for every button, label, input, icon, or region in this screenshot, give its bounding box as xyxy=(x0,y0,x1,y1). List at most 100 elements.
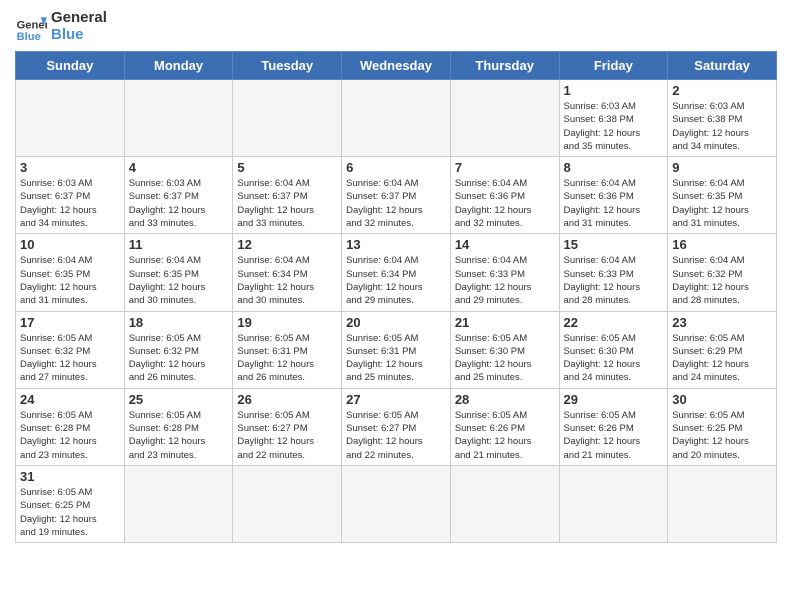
week-row-0: 1Sunrise: 6:03 AM Sunset: 6:38 PM Daylig… xyxy=(16,80,777,157)
day-detail: Sunrise: 6:05 AM Sunset: 6:32 PM Dayligh… xyxy=(20,332,120,385)
day-number: 26 xyxy=(237,392,337,407)
day-detail: Sunrise: 6:05 AM Sunset: 6:29 PM Dayligh… xyxy=(672,332,772,385)
day-number: 22 xyxy=(564,315,664,330)
day-number: 3 xyxy=(20,160,120,175)
day-cell xyxy=(124,80,233,157)
day-detail: Sunrise: 6:05 AM Sunset: 6:30 PM Dayligh… xyxy=(564,332,664,385)
day-cell: 3Sunrise: 6:03 AM Sunset: 6:37 PM Daylig… xyxy=(16,157,125,234)
day-detail: Sunrise: 6:05 AM Sunset: 6:25 PM Dayligh… xyxy=(672,409,772,462)
day-number: 5 xyxy=(237,160,337,175)
week-row-5: 31 Sunrise: 6:05 AM Sunset: 6:25 PM Dayli… xyxy=(16,465,777,542)
day-number: 7 xyxy=(455,160,555,175)
day-cell: 23 Sunrise: 6:05 AM Sunset: 6:29 PM Dayli… xyxy=(668,311,777,388)
day-number: 12 xyxy=(237,237,337,252)
day-detail: Sunrise: 6:05 AM Sunset: 6:30 PM Dayligh… xyxy=(455,332,555,385)
day-cell: 28 Sunrise: 6:05 AM Sunset: 6:26 PM Dayli… xyxy=(450,388,559,465)
day-detail: Sunrise: 6:04 AM Sunset: 6:35 PM Dayligh… xyxy=(20,254,120,307)
day-number: 11 xyxy=(129,237,229,252)
day-detail: Sunrise: 6:03 AM Sunset: 6:38 PM Dayligh… xyxy=(564,100,664,153)
day-cell xyxy=(233,80,342,157)
svg-text:Blue: Blue xyxy=(17,30,41,42)
day-detail: Sunrise: 6:03 AM Sunset: 6:38 PM Dayligh… xyxy=(672,100,772,153)
day-detail: Sunrise: 6:05 AM Sunset: 6:28 PM Dayligh… xyxy=(129,409,229,462)
day-cell: 16 Sunrise: 6:04 AM Sunset: 6:32 PM Dayli… xyxy=(668,234,777,311)
day-cell: 18Sunrise: 6:05 AM Sunset: 6:32 PM Dayli… xyxy=(124,311,233,388)
calendar-table: SundayMondayTuesdayWednesdayThursdayFrid… xyxy=(15,51,777,543)
day-number: 9 xyxy=(672,160,772,175)
day-cell: 2 Sunrise: 6:03 AM Sunset: 6:38 PM Daylig… xyxy=(668,80,777,157)
day-number: 29 xyxy=(564,392,664,407)
day-number: 13 xyxy=(346,237,446,252)
day-number: 24 xyxy=(20,392,120,407)
logo-text-blue: Blue xyxy=(51,27,107,44)
day-detail: Sunrise: 6:04 AM Sunset: 6:33 PM Dayligh… xyxy=(564,254,664,307)
day-cell xyxy=(668,465,777,542)
day-cell xyxy=(342,80,451,157)
day-number: 6 xyxy=(346,160,446,175)
day-detail: Sunrise: 6:05 AM Sunset: 6:27 PM Dayligh… xyxy=(237,409,337,462)
logo: General Blue General Blue xyxy=(15,10,107,43)
day-cell: 13 Sunrise: 6:04 AM Sunset: 6:34 PM Dayli… xyxy=(342,234,451,311)
day-cell: 26 Sunrise: 6:05 AM Sunset: 6:27 PM Dayli… xyxy=(233,388,342,465)
day-detail: Sunrise: 6:04 AM Sunset: 6:36 PM Dayligh… xyxy=(455,177,555,230)
day-detail: Sunrise: 6:04 AM Sunset: 6:34 PM Dayligh… xyxy=(237,254,337,307)
day-cell: 21Sunrise: 6:05 AM Sunset: 6:30 PM Dayli… xyxy=(450,311,559,388)
day-detail: Sunrise: 6:04 AM Sunset: 6:34 PM Dayligh… xyxy=(346,254,446,307)
day-cell: 4Sunrise: 6:03 AM Sunset: 6:37 PM Daylig… xyxy=(124,157,233,234)
day-detail: Sunrise: 6:05 AM Sunset: 6:28 PM Dayligh… xyxy=(20,409,120,462)
day-cell: 20Sunrise: 6:05 AM Sunset: 6:31 PM Dayli… xyxy=(342,311,451,388)
day-detail: Sunrise: 6:04 AM Sunset: 6:37 PM Dayligh… xyxy=(237,177,337,230)
logo-icon: General Blue xyxy=(15,11,47,43)
day-number: 28 xyxy=(455,392,555,407)
day-number: 20 xyxy=(346,315,446,330)
day-cell xyxy=(233,465,342,542)
day-cell: 31 Sunrise: 6:05 AM Sunset: 6:25 PM Dayli… xyxy=(16,465,125,542)
day-number: 27 xyxy=(346,392,446,407)
day-number: 25 xyxy=(129,392,229,407)
day-detail: Sunrise: 6:04 AM Sunset: 6:32 PM Dayligh… xyxy=(672,254,772,307)
day-number: 17 xyxy=(20,315,120,330)
day-detail: Sunrise: 6:05 AM Sunset: 6:26 PM Dayligh… xyxy=(455,409,555,462)
day-cell xyxy=(559,465,668,542)
day-number: 16 xyxy=(672,237,772,252)
day-cell: 15 Sunrise: 6:04 AM Sunset: 6:33 PM Dayli… xyxy=(559,234,668,311)
week-row-3: 17 Sunrise: 6:05 AM Sunset: 6:32 PM Dayli… xyxy=(16,311,777,388)
day-cell: 14 Sunrise: 6:04 AM Sunset: 6:33 PM Dayli… xyxy=(450,234,559,311)
week-row-2: 10Sunrise: 6:04 AM Sunset: 6:35 PM Dayli… xyxy=(16,234,777,311)
day-detail: Sunrise: 6:04 AM Sunset: 6:35 PM Dayligh… xyxy=(672,177,772,230)
day-number: 30 xyxy=(672,392,772,407)
day-cell: 29 Sunrise: 6:05 AM Sunset: 6:26 PM Dayli… xyxy=(559,388,668,465)
day-cell xyxy=(342,465,451,542)
day-cell: 25 Sunrise: 6:05 AM Sunset: 6:28 PM Dayli… xyxy=(124,388,233,465)
header-cell-thursday: Thursday xyxy=(450,52,559,80)
day-number: 31 xyxy=(20,469,120,484)
day-number: 19 xyxy=(237,315,337,330)
day-cell xyxy=(124,465,233,542)
day-detail: Sunrise: 6:03 AM Sunset: 6:37 PM Dayligh… xyxy=(129,177,229,230)
day-cell: 30 Sunrise: 6:05 AM Sunset: 6:25 PM Dayli… xyxy=(668,388,777,465)
day-cell: 24 Sunrise: 6:05 AM Sunset: 6:28 PM Dayli… xyxy=(16,388,125,465)
day-number: 14 xyxy=(455,237,555,252)
day-number: 2 xyxy=(672,83,772,98)
day-cell: 10Sunrise: 6:04 AM Sunset: 6:35 PM Dayli… xyxy=(16,234,125,311)
day-detail: Sunrise: 6:04 AM Sunset: 6:36 PM Dayligh… xyxy=(564,177,664,230)
day-cell xyxy=(450,80,559,157)
day-cell: 8 Sunrise: 6:04 AM Sunset: 6:36 PM Daylig… xyxy=(559,157,668,234)
logo-text-general: General xyxy=(51,10,107,27)
day-detail: Sunrise: 6:05 AM Sunset: 6:25 PM Dayligh… xyxy=(20,486,120,539)
day-number: 18 xyxy=(129,315,229,330)
week-row-1: 3 Sunrise: 6:03 AM Sunset: 6:37 PM Daylig… xyxy=(16,157,777,234)
day-number: 15 xyxy=(564,237,664,252)
day-cell: 19Sunrise: 6:05 AM Sunset: 6:31 PM Dayli… xyxy=(233,311,342,388)
day-cell: 7 Sunrise: 6:04 AM Sunset: 6:36 PM Daylig… xyxy=(450,157,559,234)
day-detail: Sunrise: 6:05 AM Sunset: 6:27 PM Dayligh… xyxy=(346,409,446,462)
day-number: 8 xyxy=(564,160,664,175)
day-cell xyxy=(16,80,125,157)
day-detail: Sunrise: 6:04 AM Sunset: 6:33 PM Dayligh… xyxy=(455,254,555,307)
day-detail: Sunrise: 6:05 AM Sunset: 6:26 PM Dayligh… xyxy=(564,409,664,462)
header-cell-wednesday: Wednesday xyxy=(342,52,451,80)
day-detail: Sunrise: 6:04 AM Sunset: 6:35 PM Dayligh… xyxy=(129,254,229,307)
header-cell-sunday: Sunday xyxy=(16,52,125,80)
day-cell: 11 Sunrise: 6:04 AM Sunset: 6:35 PM Dayli… xyxy=(124,234,233,311)
day-number: 23 xyxy=(672,315,772,330)
